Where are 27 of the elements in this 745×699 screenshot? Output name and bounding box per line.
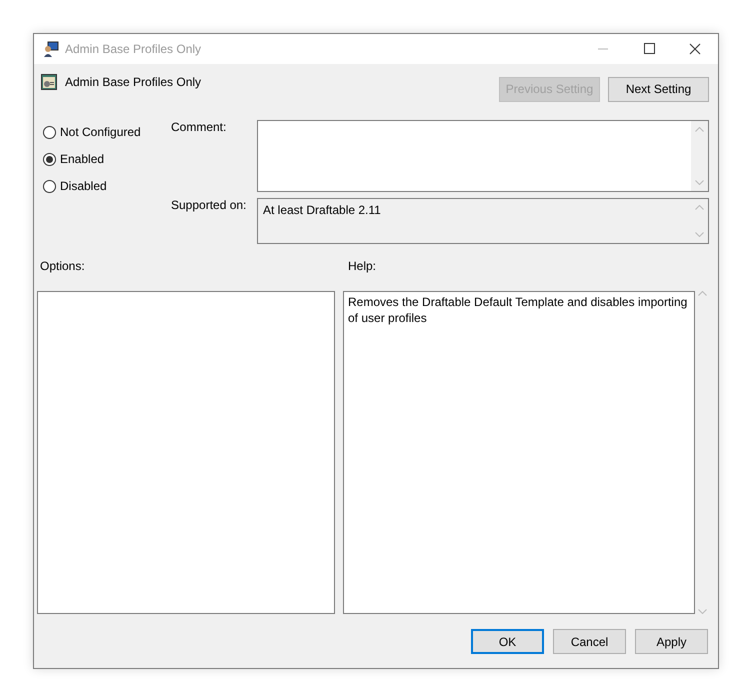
scroll-up-icon[interactable] [695, 205, 704, 210]
scroll-down-icon[interactable] [698, 609, 706, 614]
supported-on-label: Supported on: [171, 198, 248, 214]
scroll-down-icon[interactable] [695, 180, 704, 185]
scroll-up-icon[interactable] [698, 291, 706, 296]
radio-button[interactable] [43, 180, 56, 192]
comment-field[interactable] [257, 120, 709, 192]
comment-label: Comment: [171, 120, 228, 136]
window-title: Admin Base Profiles Only [65, 42, 202, 56]
help-label: Help: [348, 259, 376, 273]
setting-title: Admin Base Profiles Only [65, 75, 202, 89]
options-label: Options: [40, 259, 86, 273]
radio-option[interactable]: Disabled [43, 179, 171, 193]
ok-button[interactable]: OK [471, 629, 544, 654]
scroll-down-icon[interactable] [695, 232, 704, 237]
next-setting-button[interactable]: Next Setting [608, 76, 709, 102]
cancel-button[interactable]: Cancel [553, 629, 626, 654]
help-text: Removes the Draftable Default Template and disables importing of user profiles [343, 291, 695, 614]
computer-user-icon [43, 41, 59, 57]
scroll-up-icon[interactable] [695, 127, 704, 132]
radio-option[interactable]: Not Configured [43, 125, 171, 139]
policy-icon [41, 74, 57, 90]
radio-button[interactable] [43, 152, 56, 166]
apply-button[interactable]: Apply [635, 629, 708, 654]
supported-on-field: At least Draftable 2.11 [257, 198, 709, 244]
radio-button[interactable] [43, 126, 56, 138]
radio-option[interactable]: Enabled [43, 152, 171, 166]
